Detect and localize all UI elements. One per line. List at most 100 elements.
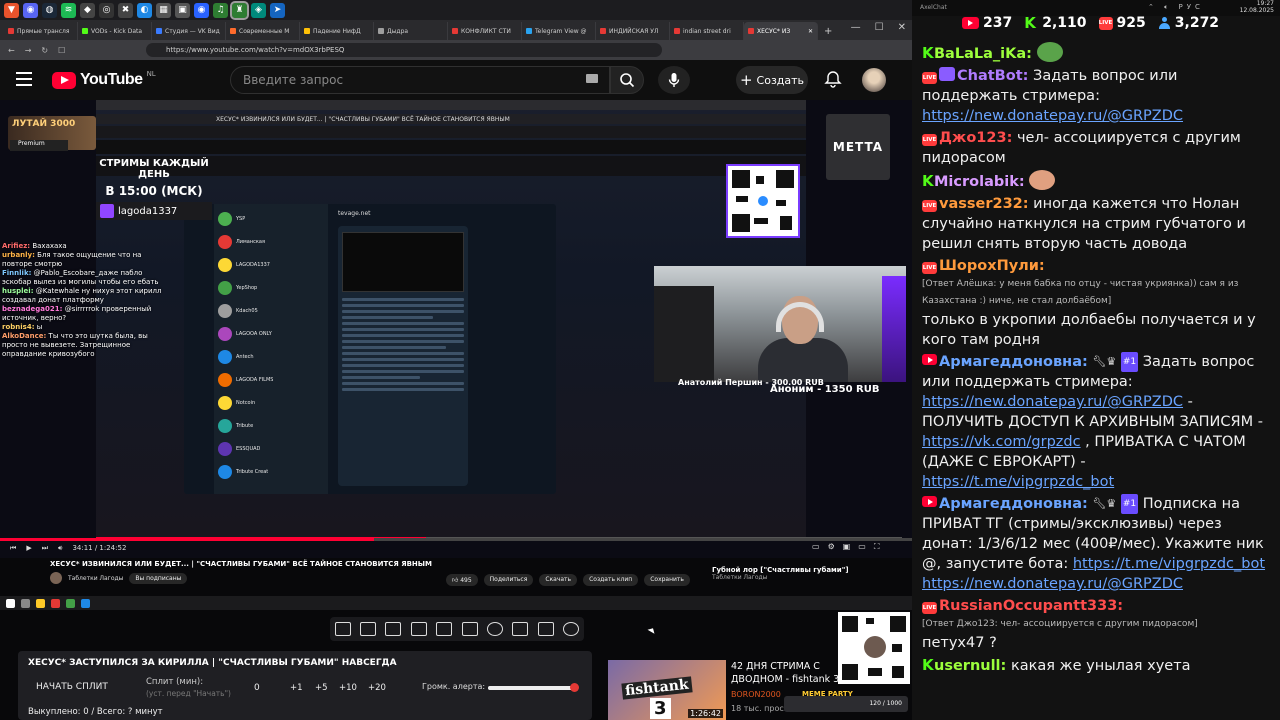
- search-button[interactable]: [610, 66, 644, 94]
- bookmark-icon[interactable]: ☐: [58, 46, 65, 55]
- alert-volume-knob[interactable]: [570, 683, 580, 692]
- subtitles-icon[interactable]: ▭: [812, 542, 820, 552]
- chat-message: KMicrolabik:: [922, 170, 1272, 192]
- clip-button[interactable]: Создать клип: [583, 574, 639, 586]
- screen-eye-icon[interactable]: [385, 622, 402, 636]
- browser-tab-strip: Прямые трансля VODs - Kick Data Студия —…: [0, 20, 912, 40]
- subscribed-button[interactable]: Вы подписаны: [129, 572, 188, 584]
- chat-link[interactable]: https://t.me/vipgrpzdc_bot: [1073, 556, 1265, 572]
- search-input[interactable]: Введите запрос: [230, 66, 610, 94]
- youtube-logo[interactable]: YouTube NL: [52, 70, 156, 89]
- video-player[interactable]: ХЕСУС* ИЗВИНИЛСЯ ИЛИ БУДЕТ... | "СЧАСТЛИ…: [0, 100, 912, 558]
- play-icon[interactable]: ▶: [26, 544, 31, 552]
- new-tab-icon[interactable]: +: [824, 26, 832, 37]
- user-icon: [1158, 16, 1171, 30]
- browser-tab[interactable]: Студия — VK Вид: [152, 22, 226, 40]
- add-box-icon[interactable]: [512, 622, 529, 636]
- add-20-button[interactable]: +20: [368, 683, 386, 693]
- steam-icon[interactable]: ◍: [42, 2, 57, 18]
- share-button[interactable]: Поделиться: [483, 574, 534, 586]
- telegram-icon[interactable]: ➤: [270, 2, 285, 18]
- app-icon[interactable]: ♫: [213, 2, 228, 18]
- start-split-button[interactable]: НАЧАТЬ СПЛИТ: [36, 682, 108, 692]
- close-window-icon[interactable]: ✕: [898, 22, 906, 33]
- avatar: [864, 636, 886, 658]
- chat-link[interactable]: https://vk.com/grpzdc: [922, 434, 1081, 450]
- clapper-icon[interactable]: [410, 622, 427, 636]
- chat-link[interactable]: https://t.me/vipgrpzdc_bot: [922, 474, 1114, 490]
- previous-icon[interactable]: ⏮: [10, 544, 16, 553]
- list-item: Лиманская: [218, 231, 324, 253]
- discord-icon[interactable]: ◉: [23, 2, 38, 18]
- brave-icon[interactable]: ▼: [4, 2, 19, 18]
- gear-icon[interactable]: [563, 622, 580, 636]
- miniplayer-icon[interactable]: ▣: [843, 542, 851, 552]
- tab-favicon: [304, 28, 310, 34]
- back-icon[interactable]: ←: [8, 46, 15, 55]
- create-button[interactable]: + Создать: [736, 66, 808, 94]
- chat-link[interactable]: https://new.donatepay.ru/@GRPZDC: [922, 108, 1183, 124]
- keyboard-icon[interactable]: [586, 74, 598, 83]
- obs-icon[interactable]: ◎: [99, 2, 114, 18]
- notifications-bell-icon[interactable]: [824, 70, 842, 88]
- browser-tab-active[interactable]: ХЕСУС* ИЗ ✕: [744, 22, 818, 40]
- close-tab-icon[interactable]: ✕: [808, 28, 813, 35]
- app-icon[interactable]: ✖: [118, 2, 133, 18]
- add-10-button[interactable]: +10: [339, 683, 357, 693]
- browser-tab[interactable]: Падение НифД: [300, 22, 374, 40]
- download-button[interactable]: Скачать: [539, 574, 578, 586]
- spotify-icon[interactable]: ≋: [61, 2, 76, 18]
- switch-icon[interactable]: [334, 622, 351, 636]
- telegram-post: [338, 226, 468, 486]
- browser-tab[interactable]: Современные М: [226, 22, 300, 40]
- broadcast-icon[interactable]: [360, 622, 377, 636]
- app-icon[interactable]: ▣: [175, 2, 190, 18]
- kick-icon: K: [922, 656, 934, 674]
- save-button[interactable]: Сохранить: [644, 574, 690, 586]
- film-icon[interactable]: [461, 622, 478, 636]
- hamburger-menu-icon[interactable]: [16, 72, 32, 86]
- app-icon[interactable]: ◐: [137, 2, 152, 18]
- chat-link[interactable]: https://new.donatepay.ru/@GRPZDC: [922, 576, 1183, 592]
- app-icon[interactable]: ▦: [156, 2, 171, 18]
- camera-icon[interactable]: [537, 622, 554, 636]
- add-5-button[interactable]: +5: [315, 683, 328, 693]
- pepe-emote-icon: [1036, 42, 1063, 62]
- chat-link[interactable]: https://new.donatepay.ru/@GRPZDC: [922, 394, 1183, 410]
- theater-icon[interactable]: ▭: [858, 542, 866, 552]
- minimize-icon[interactable]: —: [851, 22, 861, 33]
- tab-favicon: [156, 28, 162, 34]
- app-icon[interactable]: ◉: [194, 2, 209, 18]
- next-icon[interactable]: ⏭: [42, 544, 48, 553]
- browser-tab[interactable]: indian street dri: [670, 22, 744, 40]
- url-field[interactable]: https://www.youtube.com/watch?v=mdOX3rbP…: [146, 43, 662, 57]
- progress-bar[interactable]: [0, 538, 912, 541]
- like-button[interactable]: 👍︎ 495: [446, 574, 478, 586]
- app-icon-active[interactable]: ♜: [230, 0, 249, 20]
- browser-tab[interactable]: КОНФЛИКТ СТИ: [448, 22, 522, 40]
- fullscreen-icon[interactable]: ⛶: [874, 542, 880, 552]
- channel-avatar[interactable]: [50, 572, 62, 584]
- forward-icon[interactable]: →: [25, 46, 32, 55]
- side-playlist[interactable]: Губной лор ["Счастливы губами"] Таблетки…: [712, 566, 852, 581]
- video-thumbnail[interactable]: fishtank 3 1:26:42: [608, 660, 726, 720]
- add-1-button[interactable]: +1: [290, 683, 303, 693]
- maximize-icon[interactable]: ☐: [875, 22, 884, 33]
- browser-tab[interactable]: VODs - Kick Data: [78, 22, 152, 40]
- browser-tab[interactable]: Дыдра: [374, 22, 448, 40]
- alert-volume-slider[interactable]: [488, 683, 580, 692]
- browser-tab[interactable]: Прямые трансля: [4, 22, 78, 40]
- account-avatar[interactable]: [862, 68, 886, 92]
- app-icon[interactable]: ◆: [80, 2, 95, 18]
- chat-line: Arifiez: Вахахаха: [2, 242, 67, 250]
- app-icon[interactable]: ◈: [251, 2, 266, 18]
- gauge-icon[interactable]: [487, 622, 504, 636]
- voice-search-button[interactable]: [658, 66, 690, 94]
- settings-icon[interactable]: ⚙: [828, 542, 835, 552]
- list-item: YSP: [218, 208, 324, 230]
- browser-tab[interactable]: Telegram View @: [522, 22, 596, 40]
- image-icon[interactable]: [436, 622, 453, 636]
- browser-tab[interactable]: ИНДИЙСКАЯ УЛ: [596, 22, 670, 40]
- reload-icon[interactable]: ↻: [41, 46, 48, 55]
- volume-icon[interactable]: 🔊︎: [58, 544, 62, 553]
